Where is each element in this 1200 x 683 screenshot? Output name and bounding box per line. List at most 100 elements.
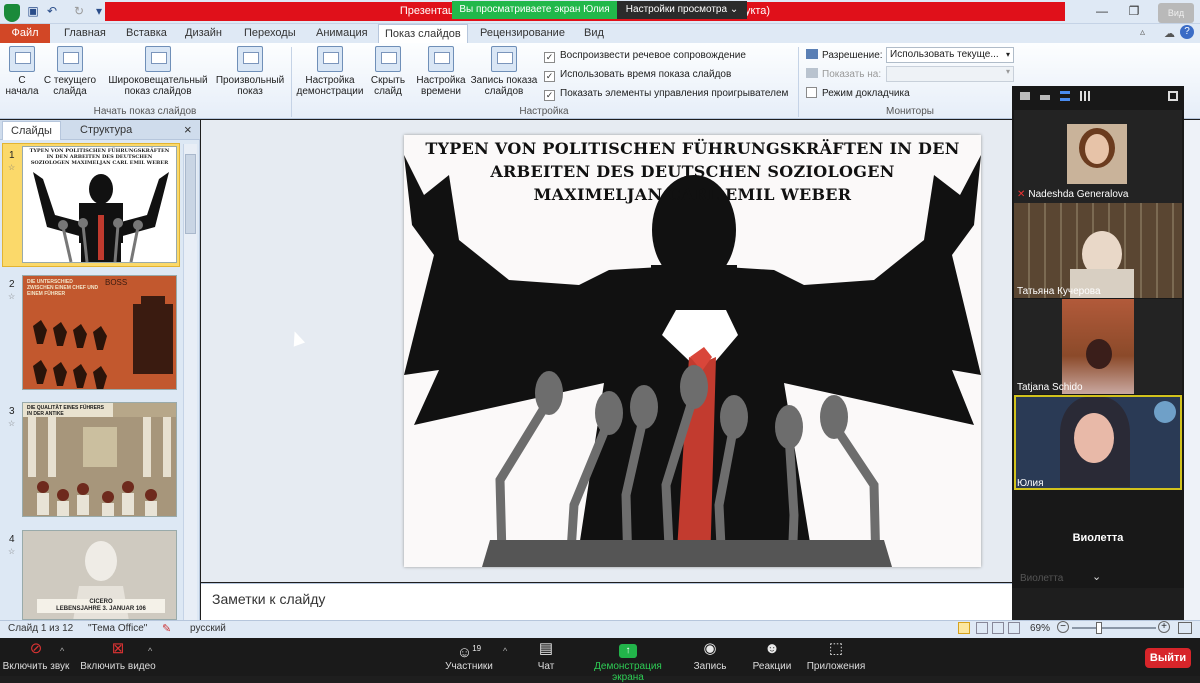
- sorter-view-icon[interactable]: [976, 622, 988, 634]
- strip-view-icon[interactable]: [1060, 91, 1070, 101]
- tab-outline[interactable]: Структура: [72, 121, 140, 140]
- media-controls-checkbox[interactable]: ✓ Показать элементы управления проигрыват…: [544, 87, 788, 101]
- popout-icon[interactable]: [1168, 91, 1178, 101]
- collapse-ribbon-icon[interactable]: ▵: [1140, 27, 1145, 38]
- from-current-button[interactable]: С текущего слайда: [42, 46, 98, 97]
- chat-button[interactable]: ▤ Чат: [526, 640, 566, 673]
- audio-options-icon[interactable]: ^: [60, 646, 64, 656]
- view-button[interactable]: Вид: [1158, 3, 1194, 23]
- tab-home[interactable]: Главная: [58, 24, 112, 43]
- hide-slide-button[interactable]: Скрыть слайд: [368, 46, 408, 97]
- participants-options-icon[interactable]: ^: [503, 646, 507, 656]
- timings-checkbox[interactable]: ✓ Использовать время показа слайдов: [544, 68, 731, 82]
- slide-thumbnail-3[interactable]: Die Qualität eines Führers in der Antike: [22, 402, 177, 517]
- tab-slideshow[interactable]: Показ слайдов: [378, 24, 468, 43]
- share-screen-button[interactable]: ↑ Демонстрация экрана: [578, 641, 678, 683]
- vertical-scrollbar[interactable]: [1184, 120, 1200, 620]
- zoom-slider-thumb[interactable]: [1096, 622, 1102, 634]
- presenter-view-checkbox[interactable]: Режим докладчика: [806, 87, 910, 100]
- participants-button[interactable]: ☺19 Участники: [442, 641, 496, 672]
- video-off-icon: ⊠: [111, 640, 125, 657]
- undo-icon[interactable]: ↶: [45, 4, 59, 18]
- zoom-in-icon[interactable]: +: [1158, 621, 1170, 633]
- scroll-thumb[interactable]: [185, 154, 196, 234]
- participant-name: Tatjana Schido: [1017, 382, 1083, 393]
- gallery-view-icon[interactable]: [1080, 91, 1090, 101]
- tab-design[interactable]: Дизайн: [179, 24, 228, 43]
- broadcast-icon: [145, 46, 171, 72]
- tab-insert[interactable]: Вставка: [120, 24, 173, 43]
- tab-review[interactable]: Рецензирование: [474, 24, 571, 43]
- cloud-icon: ☁: [1164, 28, 1175, 40]
- broadcast-button[interactable]: Широковещательный показ слайдов: [106, 46, 210, 97]
- star-icon: ☆: [8, 547, 16, 556]
- participant-tile[interactable]: [1014, 299, 1182, 394]
- slide-number: 3: [9, 406, 15, 417]
- tab-animation[interactable]: Анимация: [310, 24, 374, 43]
- slide-counter: Слайд 1 из 12: [8, 623, 74, 634]
- tab-file[interactable]: Файл: [0, 24, 50, 43]
- apps-icon: ⬚: [828, 640, 844, 657]
- language-label[interactable]: русский: [190, 623, 226, 634]
- minimize-view-icon[interactable]: [1040, 95, 1050, 100]
- participant-name: Юлия: [1017, 478, 1044, 489]
- participant-name: Татьяна Кучерова: [1017, 286, 1101, 297]
- star-icon: ☆: [8, 419, 16, 428]
- tab-view[interactable]: Вид: [578, 24, 610, 43]
- zoom-slider[interactable]: [1072, 627, 1156, 629]
- record-show-button[interactable]: Запись показа слайдов: [468, 46, 540, 97]
- slide-thumbnail-2[interactable]: Die Unterschied zwischen einem Chef und …: [22, 275, 177, 390]
- boss-vs-leader-illustration: [33, 296, 173, 389]
- save-icon[interactable]: ▣: [26, 4, 40, 18]
- fit-window-icon[interactable]: [1178, 622, 1192, 634]
- custom-show-button[interactable]: Произвольный показ: [212, 46, 288, 97]
- speaker-silhouette-thumb: [33, 172, 169, 262]
- apps-button[interactable]: ⬚ Приложения: [804, 640, 868, 673]
- view-options-button[interactable]: Настройки просмотра ⌄: [617, 1, 747, 19]
- play-slides-icon: [9, 46, 35, 72]
- slide-thumbnail-1[interactable]: Typen von politischen Führungskräften in…: [22, 146, 177, 263]
- tab-transitions[interactable]: Переходы: [238, 24, 302, 43]
- record-button[interactable]: ◉ Запись: [690, 640, 730, 673]
- slides-scrollbar[interactable]: [183, 144, 197, 620]
- speaker-view-icon[interactable]: [1020, 92, 1030, 100]
- from-start-button[interactable]: С начала: [4, 46, 40, 97]
- redo-icon[interactable]: ↻: [72, 4, 86, 18]
- participant-tile-active-speaker[interactable]: [1014, 395, 1182, 490]
- show-on-label: Показать на:: [806, 68, 881, 81]
- close-panel-icon[interactable]: ×: [184, 122, 192, 137]
- participant-name: ✕ Nadeshda Generalova: [1017, 189, 1129, 200]
- chat-icon: ▤: [538, 640, 554, 657]
- tab-slides[interactable]: Слайды: [2, 121, 61, 140]
- narration-checkbox[interactable]: ✓ Воспроизвести речевое сопровождение: [544, 49, 746, 63]
- chevron-down-icon: ▾: [1005, 50, 1010, 59]
- show-on-select[interactable]: ▾: [886, 66, 1014, 82]
- notes-placeholder: Заметки к слайду: [212, 591, 326, 607]
- normal-view-icon[interactable]: [958, 622, 970, 634]
- video-options-icon[interactable]: ^: [148, 646, 152, 656]
- slideshow-view-icon[interactable]: [1008, 622, 1020, 634]
- reading-view-icon[interactable]: [992, 622, 1004, 634]
- start-video-button[interactable]: ⊠ Включить видео: [80, 640, 156, 673]
- minimize-icon[interactable]: —: [1092, 4, 1112, 18]
- zoom-out-icon[interactable]: −: [1057, 621, 1069, 633]
- participant-tile[interactable]: [1014, 203, 1182, 298]
- antique-forum-painting: [23, 417, 176, 516]
- spellcheck-icon[interactable]: ✎: [162, 622, 171, 635]
- restore-icon[interactable]: ❐: [1124, 4, 1144, 18]
- zoom-level[interactable]: 69%: [1030, 623, 1050, 634]
- customize-qat-icon[interactable]: ▾: [92, 4, 106, 18]
- help-icon[interactable]: ?: [1180, 25, 1194, 39]
- slide-number: 1: [9, 150, 15, 161]
- rehearse-timings-button[interactable]: Настройка времени: [414, 46, 468, 97]
- reactions-button[interactable]: ☻ Реакции: [750, 641, 794, 673]
- setup-show-button[interactable]: Настройка демонстрации: [294, 46, 366, 97]
- chevron-down-icon: ▾: [1005, 67, 1010, 76]
- chevron-down-icon[interactable]: ⌄: [1092, 570, 1101, 583]
- share-banner: Вы просматриваете экран Юлия: [452, 1, 617, 19]
- resolution-select[interactable]: Использовать текуще... ▾: [886, 47, 1014, 63]
- slide-thumbnail-4[interactable]: CICERO Lebensjahre 3. Januar 106: [22, 530, 177, 620]
- leave-button[interactable]: Выйти: [1145, 648, 1191, 668]
- hide-slide-icon: [375, 46, 401, 72]
- record-icon: ◉: [703, 640, 717, 657]
